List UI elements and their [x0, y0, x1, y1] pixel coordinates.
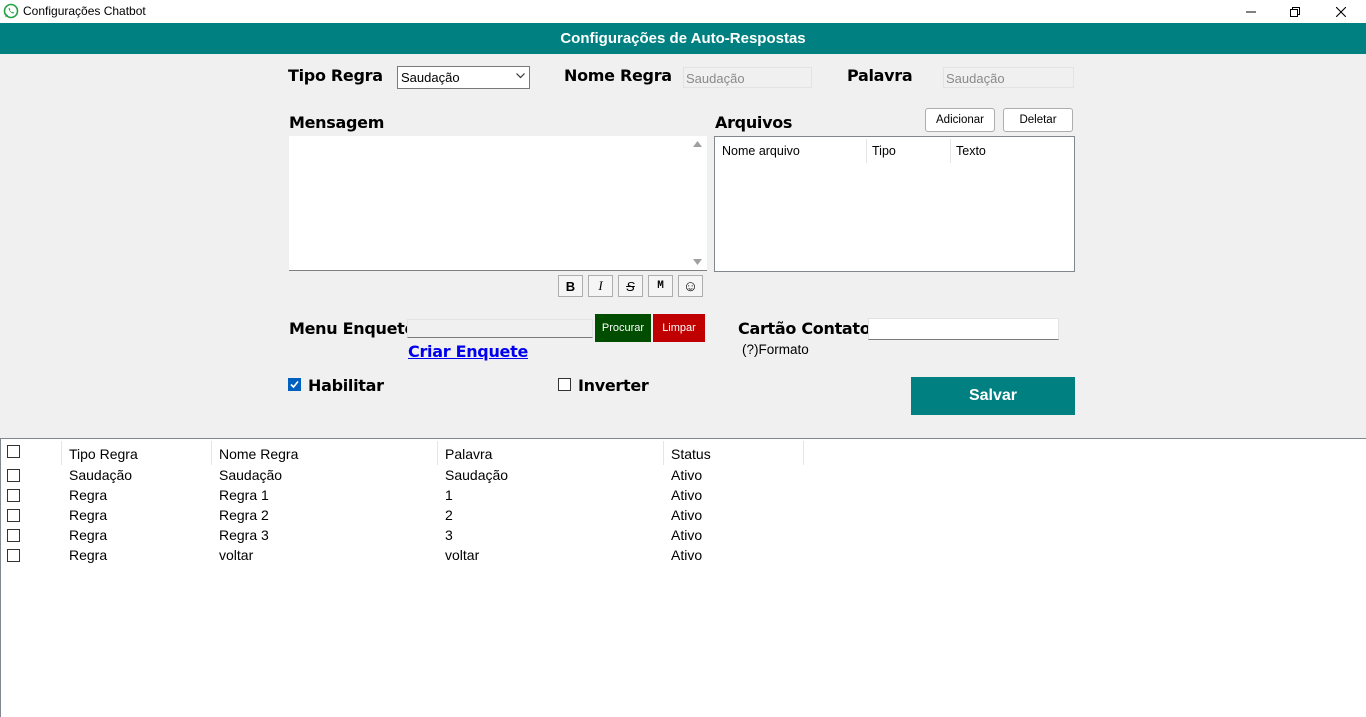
cell-status: Ativo [671, 487, 703, 503]
italic-button[interactable]: I [588, 275, 613, 297]
cell-nome-regra: Regra 3 [219, 527, 269, 543]
formato-help-link[interactable]: (?)Formato [742, 342, 809, 357]
cell-status: Ativo [671, 547, 703, 563]
column-divider [61, 441, 62, 465]
column-header-status[interactable]: Status [671, 446, 711, 462]
adicionar-button[interactable]: Adicionar [925, 108, 995, 132]
rules-table[interactable]: Tipo Regra Nome Regra Palavra Status Sau… [0, 438, 1366, 717]
cell-nome-regra: Saudação [219, 467, 283, 483]
cartao-contato-input[interactable] [868, 318, 1059, 340]
emoji-button[interactable]: ☺ [678, 275, 703, 297]
window-title: Configurações Chatbot [23, 4, 146, 18]
checkmark-icon [290, 380, 299, 389]
table-row[interactable]: Regra Regra 3 3 Ativo [1, 525, 1366, 545]
chevron-down-icon [516, 73, 525, 79]
inverter-checkbox[interactable] [558, 378, 571, 391]
row-checkbox[interactable] [7, 469, 20, 482]
column-divider [803, 441, 804, 465]
palavra-input[interactable]: Saudação [943, 67, 1074, 88]
criar-enquete-link[interactable]: Criar Enquete [408, 342, 528, 361]
cell-palavra: 2 [445, 507, 453, 523]
row-checkbox[interactable] [7, 509, 20, 522]
table-row[interactable]: Regra voltar voltar Ativo [1, 545, 1366, 565]
cell-tipo-regra: Saudação [69, 467, 133, 483]
minimize-button[interactable] [1228, 0, 1274, 23]
cell-palavra: voltar [445, 547, 480, 563]
cell-palavra: Saudação [445, 467, 509, 483]
arquivos-label: Arquivos [715, 113, 793, 132]
row-checkbox[interactable] [7, 549, 20, 562]
tipo-regra-label: Tipo Regra [288, 66, 383, 85]
cell-tipo-regra: Regra [69, 487, 108, 503]
nome-regra-label: Nome Regra [564, 66, 672, 85]
restore-button[interactable] [1272, 0, 1318, 23]
habilitar-label[interactable]: Habilitar [308, 376, 384, 395]
tipo-regra-value: Saudação [401, 70, 460, 85]
column-divider [211, 441, 212, 465]
close-button[interactable] [1318, 0, 1364, 23]
bold-button[interactable]: B [558, 275, 583, 297]
column-header-nome-regra[interactable]: Nome Regra [219, 446, 298, 462]
palavra-label: Palavra [847, 66, 913, 85]
restore-icon [1290, 6, 1300, 17]
cell-status: Ativo [671, 507, 703, 523]
strikethrough-button[interactable]: S [618, 275, 643, 297]
select-all-checkbox[interactable] [7, 445, 20, 458]
cell-nome-regra: Regra 1 [219, 487, 269, 503]
page-header: Configurações de Auto-Respostas [0, 23, 1366, 54]
column-divider [437, 441, 438, 465]
cell-tipo-regra: Regra [69, 527, 108, 543]
cell-tipo-regra: Regra [69, 507, 108, 523]
cell-status: Ativo [671, 527, 703, 543]
salvar-button[interactable]: Salvar [911, 377, 1075, 415]
whatsapp-icon [3, 3, 19, 19]
monospace-button[interactable]: M [648, 275, 673, 297]
habilitar-checkbox[interactable] [288, 378, 301, 391]
table-row[interactable]: Saudação Saudação Saudação Ativo [1, 465, 1366, 485]
cell-palavra: 3 [445, 527, 453, 543]
cell-nome-regra: Regra 2 [219, 507, 269, 523]
column-header-nome-arquivo[interactable]: Nome arquivo [722, 144, 800, 158]
close-icon [1336, 6, 1346, 17]
menu-enquete-label: Menu Enquete [289, 319, 416, 338]
inverter-label[interactable]: Inverter [578, 376, 649, 395]
column-divider [866, 139, 867, 163]
cartao-contato-label: Cartão Contato [738, 319, 871, 338]
scroll-up-arrow-icon[interactable] [693, 141, 702, 147]
table-row[interactable]: Regra Regra 1 1 Ativo [1, 485, 1366, 505]
column-header-palavra[interactable]: Palavra [445, 446, 492, 462]
table-row[interactable]: Regra Regra 2 2 Ativo [1, 505, 1366, 525]
cell-tipo-regra: Regra [69, 547, 108, 563]
cell-status: Ativo [671, 467, 703, 483]
column-header-tipo[interactable]: Tipo [872, 144, 896, 158]
tipo-regra-select[interactable]: Saudação [397, 66, 530, 89]
arquivos-list[interactable]: Nome arquivo Tipo Texto [714, 136, 1075, 272]
cell-palavra: 1 [445, 487, 453, 503]
window-titlebar: Configurações Chatbot [0, 0, 1366, 23]
mensagem-textarea[interactable] [289, 136, 707, 271]
column-divider [663, 441, 664, 465]
limpar-button[interactable]: Limpar [653, 314, 705, 342]
column-header-tipo-regra[interactable]: Tipo Regra [69, 446, 138, 462]
row-checkbox[interactable] [7, 489, 20, 502]
scroll-down-arrow-icon[interactable] [693, 259, 702, 265]
deletar-button[interactable]: Deletar [1003, 108, 1073, 132]
cell-nome-regra: voltar [219, 547, 254, 563]
nome-regra-input[interactable]: Saudação [683, 67, 812, 88]
mensagem-label: Mensagem [289, 113, 385, 132]
column-divider [950, 139, 951, 163]
minimize-icon [1246, 11, 1256, 12]
procurar-button[interactable]: Procurar [595, 314, 651, 342]
menu-enquete-input[interactable] [407, 319, 593, 338]
column-header-texto[interactable]: Texto [956, 144, 986, 158]
row-checkbox[interactable] [7, 529, 20, 542]
